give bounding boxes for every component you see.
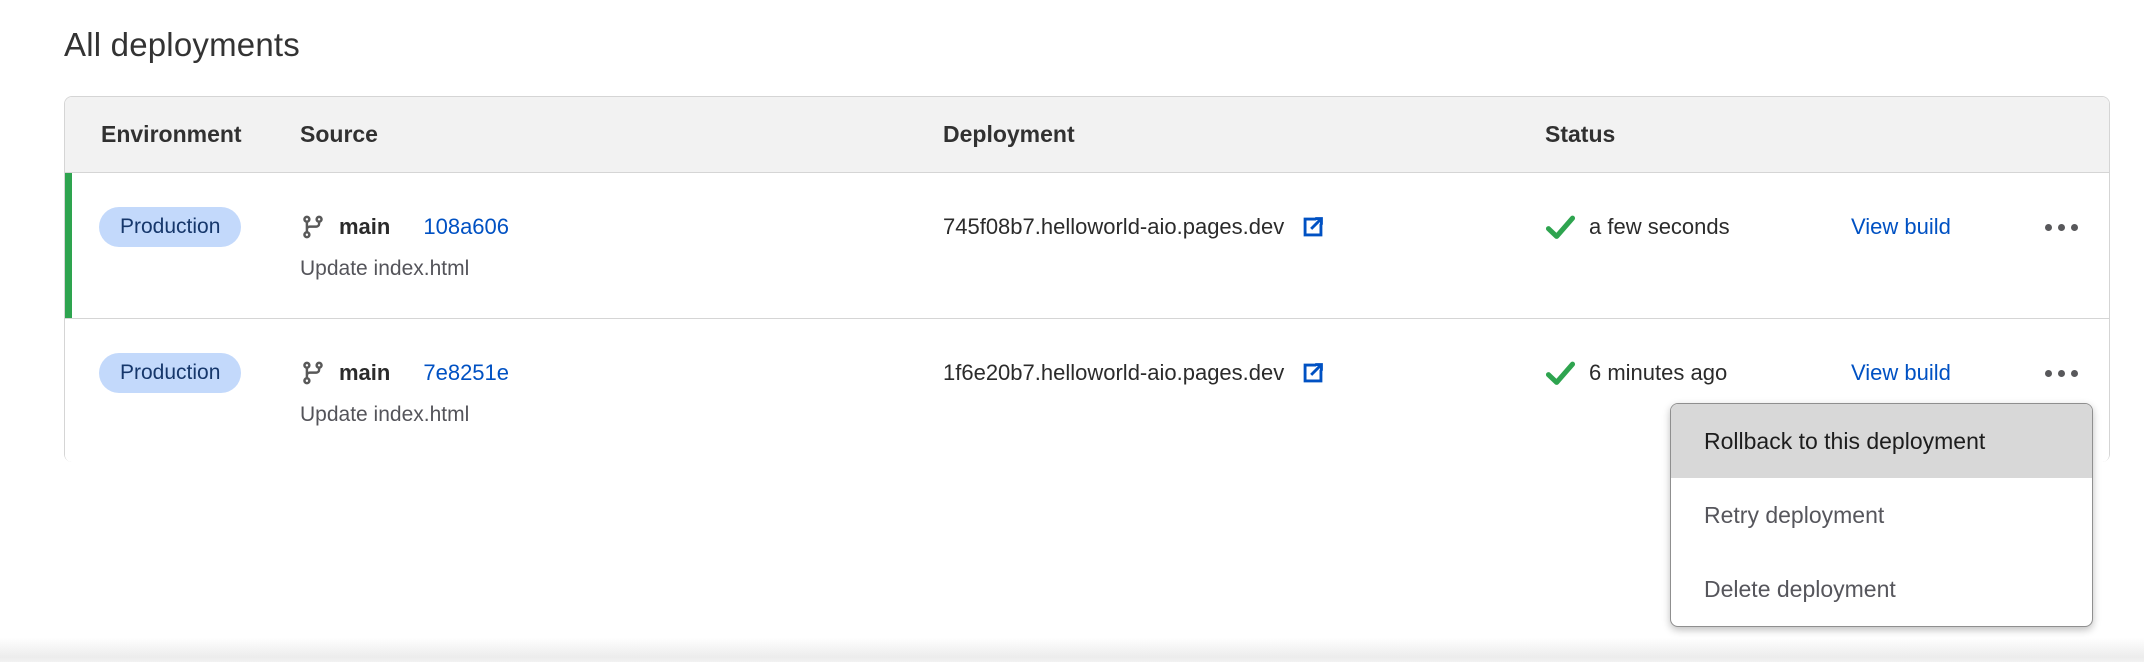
status-cell: 6 minutes ago	[1545, 351, 1727, 395]
view-build-cell: View build	[1851, 351, 1951, 395]
status-text: 6 minutes ago	[1589, 360, 1727, 386]
commit-link[interactable]: 7e8251e	[423, 360, 509, 386]
environment-badge: Production	[99, 353, 241, 393]
view-build-link[interactable]: View build	[1851, 360, 1951, 386]
page-title: All deployments	[64, 26, 300, 64]
check-icon	[1545, 358, 1576, 389]
menu-item-retry[interactable]: Retry deployment	[1671, 478, 2092, 552]
git-branch-icon	[300, 214, 326, 240]
check-icon	[1545, 212, 1576, 243]
status-text: a few seconds	[1589, 214, 1730, 240]
column-header-deployment: Deployment	[943, 121, 1075, 148]
status-cell: a few seconds	[1545, 205, 1730, 249]
deployment-url: 745f08b7.helloworld-aio.pages.dev	[943, 214, 1284, 240]
row-actions-cell	[2045, 205, 2078, 249]
commit-message: Update index.html	[300, 403, 469, 427]
deployment-cell: 1f6e20b7.helloworld-aio.pages.dev	[943, 351, 1326, 395]
environment-cell: Production	[99, 205, 241, 249]
deployment-context-menu: Rollback to this deployment Retry deploy…	[1670, 403, 2093, 627]
column-header-source: Source	[300, 121, 378, 148]
section-divider	[0, 638, 2144, 662]
branch-name: main	[339, 360, 390, 386]
source-cell: main 7e8251e	[300, 351, 509, 395]
source-cell: main 108a606	[300, 205, 509, 249]
view-build-cell: View build	[1851, 205, 1951, 249]
branch-name: main	[339, 214, 390, 240]
deployment-row-current: Production main 108a606 Update index.htm…	[65, 173, 2109, 319]
deployment-url: 1f6e20b7.helloworld-aio.pages.dev	[943, 360, 1284, 386]
commit-link[interactable]: 108a606	[423, 214, 509, 240]
commit-message-cell: Update index.html	[300, 401, 469, 429]
external-link-icon[interactable]	[1299, 360, 1326, 387]
view-build-link[interactable]: View build	[1851, 214, 1951, 240]
ellipsis-menu-icon[interactable]	[2045, 358, 2078, 389]
current-deployment-indicator	[65, 173, 72, 318]
column-header-environment: Environment	[101, 121, 242, 148]
git-branch-icon	[300, 360, 326, 386]
deployment-cell: 745f08b7.helloworld-aio.pages.dev	[943, 205, 1326, 249]
menu-item-delete[interactable]: Delete deployment	[1671, 552, 2092, 626]
ellipsis-menu-icon[interactable]	[2045, 212, 2078, 243]
environment-cell: Production	[99, 351, 241, 395]
external-link-icon[interactable]	[1299, 214, 1326, 241]
commit-message-cell: Update index.html	[300, 255, 469, 283]
commit-message: Update index.html	[300, 257, 469, 281]
table-header-row: Environment Source Deployment Status	[65, 97, 2109, 173]
column-header-status: Status	[1545, 121, 1615, 148]
menu-item-rollback[interactable]: Rollback to this deployment	[1671, 404, 2092, 478]
row-actions-cell	[2045, 351, 2078, 395]
environment-badge: Production	[99, 207, 241, 247]
